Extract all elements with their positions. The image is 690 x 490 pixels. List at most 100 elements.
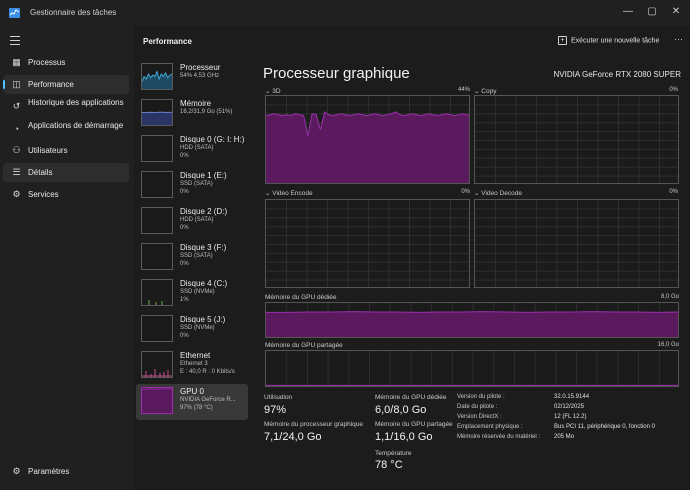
nav-label: Services (28, 190, 59, 199)
engine-percent: 44% (457, 87, 470, 93)
gpu-memory-value: 7,1/24,0 Go (264, 431, 322, 443)
graph-dedicated-memory (265, 302, 679, 338)
nav-item-users[interactable]: ⚇ Utilisateurs (3, 141, 129, 160)
usage-area (266, 112, 469, 183)
disk-thumbnail (141, 207, 173, 234)
engine-label: 3D (272, 88, 281, 95)
nav-item-details[interactable]: ☰ Détails (3, 163, 129, 182)
nav-item-processes[interactable]: ▦ Processus (3, 53, 129, 72)
device-item-disk-0[interactable]: Disque 0 (G: I: H:) HDD (SATA) 0% (136, 132, 248, 168)
driver-version-label: Version du pilote : (457, 394, 505, 400)
device-detail: HDD (SATA) (180, 217, 214, 223)
shared-memory-stat-value: 1,1/16,0 Go (375, 431, 433, 443)
maximize-button[interactable]: ▢ (645, 5, 659, 19)
device-usage: 1% (180, 297, 189, 303)
graph-video-decode (474, 199, 679, 288)
device-name: Disque 5 (J:) (180, 315, 226, 324)
device-item-disk-5[interactable]: Disque 5 (J:) SSD (NVMe) 0% (136, 312, 248, 348)
temperature-label: Température (375, 450, 412, 457)
device-usage: 0% (180, 225, 189, 231)
disk-thumbnail (141, 171, 173, 198)
device-item-disk-3[interactable]: Disque 3 (F:) SSD (SATA) 0% (136, 240, 248, 276)
nav-label: Paramètres (28, 467, 70, 476)
device-detail: SSD (SATA) (180, 253, 213, 259)
device-item-disk-2[interactable]: Disque 2 (D:) HDD (SATA) 0% (136, 204, 248, 240)
usage-area (142, 112, 172, 125)
engine-selector-3d[interactable]: ⌄ 3D (265, 87, 281, 95)
device-detail: 54% 4,53 GHz (180, 73, 220, 79)
device-item-disk-1[interactable]: Disque 1 (E:) SSD (SATA) 0% (136, 168, 248, 204)
usage-line (266, 311, 678, 313)
device-item-memory[interactable]: Mémoire 16,2/31,9 Go (51%) (136, 96, 248, 132)
page-title: Performance (143, 37, 192, 46)
startup-icon: ◔ (13, 124, 20, 134)
minimize-button[interactable]: — (621, 5, 635, 19)
device-detail: SSD (SATA) (180, 181, 213, 187)
graph-copy (474, 95, 679, 184)
usage-line (142, 388, 172, 390)
directx-version-label: Version DirectX : (457, 414, 502, 420)
device-item-disk-4[interactable]: Disque 4 (C:) SSD (NVMe) 1% (136, 276, 248, 312)
nav-item-settings[interactable]: ⚙ Paramètres (3, 462, 129, 481)
shared-memory-label: Mémoire du GPU partagée (265, 342, 343, 349)
temperature-value: 78 °C (375, 459, 403, 471)
device-name: Disque 3 (F:) (180, 243, 227, 252)
engine-percent: 0% (461, 189, 470, 195)
physical-location-value: Bus PCI 11, périphérique 0, fonction 0 (554, 424, 655, 430)
device-usage: 0% (180, 261, 189, 267)
more-options-button[interactable]: ⋯ (674, 34, 683, 45)
device-name: Disque 1 (E:) (180, 171, 227, 180)
nav-item-performance[interactable]: ◫ Performance (3, 75, 129, 94)
physical-location-label: Emplacement physique : (457, 424, 523, 430)
driver-date-value: 02/12/2025 (554, 404, 585, 410)
close-button[interactable]: ✕ (669, 5, 683, 19)
device-name: Disque 4 (C:) (180, 279, 228, 288)
nav-item-startup-apps[interactable]: ◔ Applications de démarrage (3, 120, 129, 140)
engine-label: Copy (481, 88, 497, 95)
graph-video-encode (265, 199, 470, 288)
engine-label: Video Decode (481, 190, 522, 197)
device-item-ethernet[interactable]: Ethernet Ethernet 3 E : 40,0 R : 0 Kbits… (136, 348, 248, 384)
engine-selector-video-encode[interactable]: ⌄ Video Encode (265, 189, 313, 197)
reserved-memory-value: 205 Mo (554, 434, 575, 440)
device-name: Mémoire (180, 99, 212, 108)
graph-shared-memory (265, 350, 679, 387)
device-usage: 0% (180, 333, 189, 339)
driver-version-value: 32.0.15.9144 (554, 394, 590, 400)
engine-selector-video-decode[interactable]: ⌄ Video Decode (474, 189, 522, 197)
window-title: Gestionnaire des tâches (30, 8, 117, 17)
nav-item-app-history[interactable]: ↺ Historique des applications (3, 97, 129, 117)
engine-selector-copy[interactable]: ⌄ Copy (474, 87, 496, 95)
gpu-model: NVIDIA GeForce RTX 2080 SUPER (553, 70, 681, 79)
device-item-gpu-0[interactable]: GPU 0 NVIDIA GeForce R... 97% (78 °C) (136, 384, 248, 420)
gpu-memory-label: Mémoire du processeur graphique (264, 421, 363, 428)
device-item-cpu[interactable]: Processeur 54% 4,53 GHz (136, 60, 248, 96)
details-icon: ☰ (12, 167, 21, 177)
services-icon: ⚙ (12, 189, 21, 199)
device-usage: 97% (78 °C) (180, 405, 213, 411)
menu-icon[interactable] (10, 36, 20, 45)
ethernet-thumbnail (141, 351, 173, 378)
device-detail: SSD (NVMe) (180, 325, 215, 331)
shared-memory-max: 16,0 Go (657, 342, 679, 348)
nav-item-services[interactable]: ⚙ Services (3, 185, 129, 204)
dedicated-memory-label: Mémoire du GPU dédiée (265, 294, 337, 301)
history-icon: ↺ (12, 101, 21, 111)
device-detail: NVIDIA GeForce R... (180, 397, 236, 403)
device-usage: 0% (180, 153, 189, 159)
dedicated-memory-stat-value: 6,0/8,0 Go (375, 404, 427, 416)
settings-icon: ⚙ (12, 466, 21, 476)
nav-label: Processus (28, 58, 66, 67)
run-new-task-button[interactable]: + Exécuter une nouvelle tâche (558, 36, 659, 45)
utilisation-label: Utilisation (264, 394, 293, 401)
device-usage: E : 40,0 R : 0 Kbits/s (180, 369, 235, 375)
usage-area (266, 311, 678, 337)
title-bar: Gestionnaire des tâches — ▢ ✕ (0, 0, 690, 26)
graph-3d (265, 95, 470, 184)
task-manager-icon (9, 8, 20, 18)
device-detail: 16,2/31,9 Go (51%) (180, 109, 233, 115)
directx-version-value: 12 (FL 12.2) (554, 414, 587, 420)
dedicated-memory-stat-label: Mémoire du GPU dédiée (375, 394, 447, 401)
engine-label: Video Encode (272, 190, 313, 197)
disk-thumbnail (141, 243, 173, 270)
